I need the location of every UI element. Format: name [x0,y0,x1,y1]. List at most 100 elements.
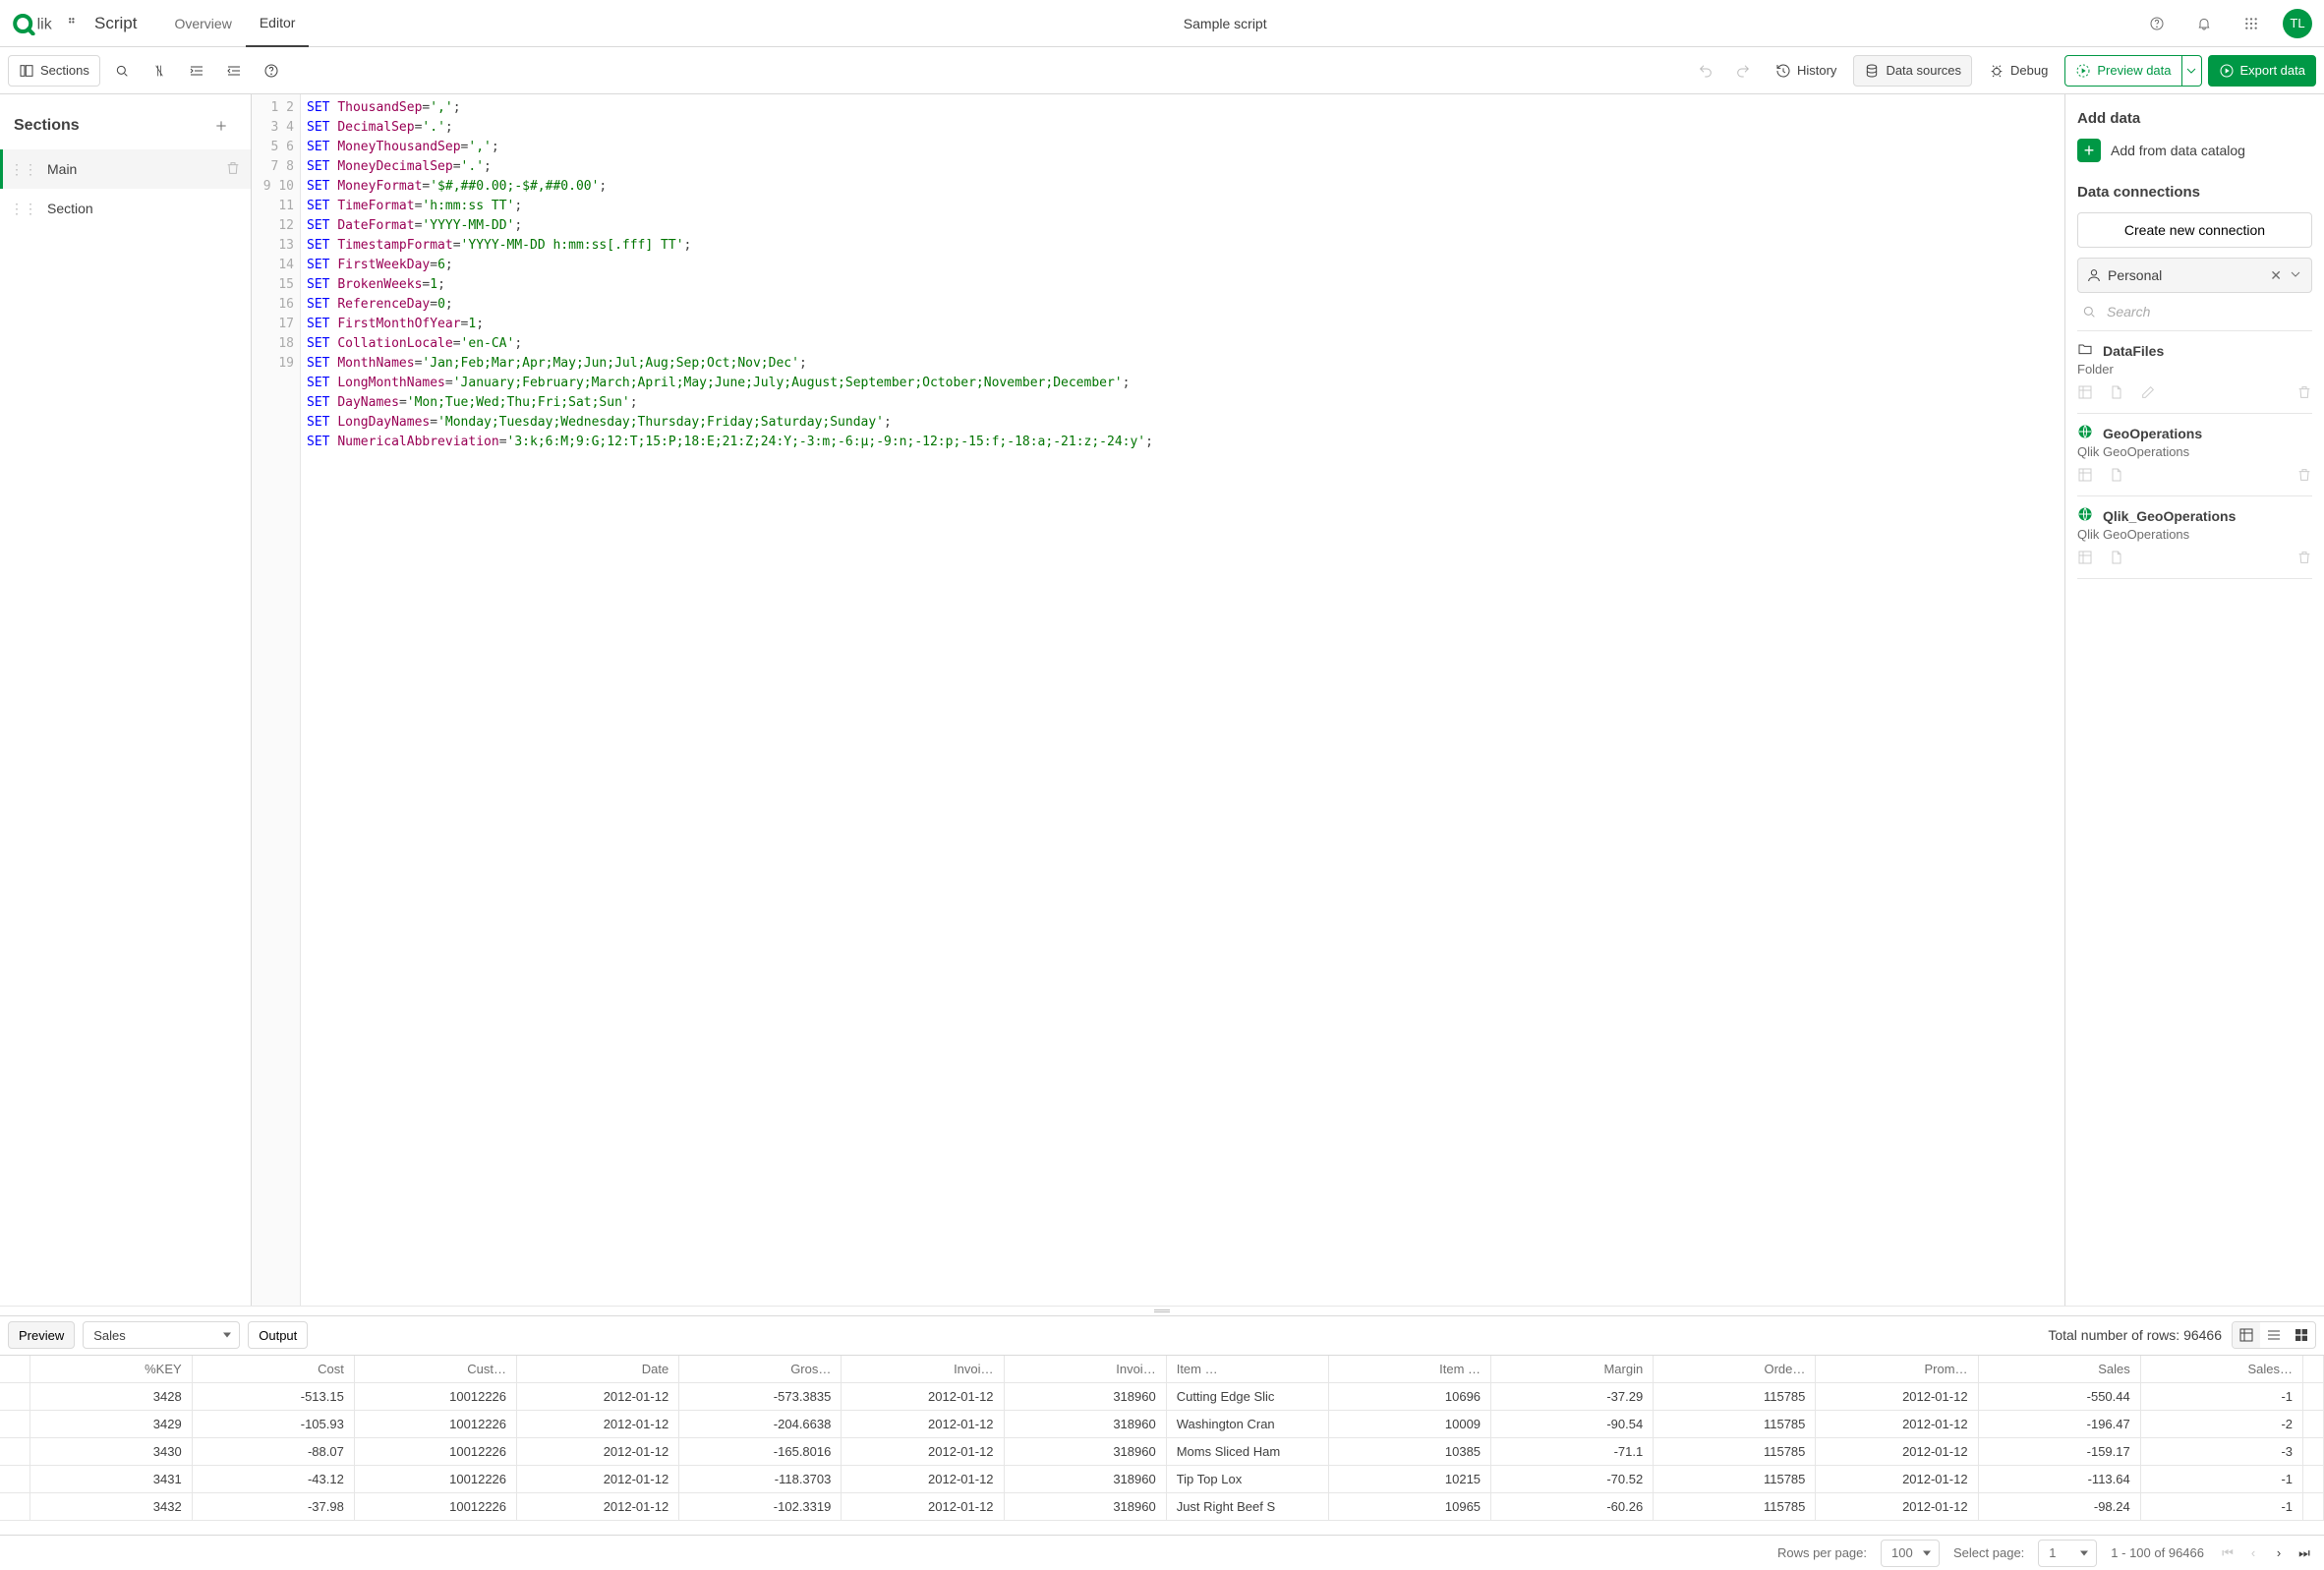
column-header[interactable]: Orde… [1654,1356,1816,1383]
table-cell: -196.47 [1978,1411,2140,1438]
avatar[interactable]: TL [2283,9,2312,38]
column-header[interactable]: Prom… [1816,1356,1978,1383]
column-header[interactable]: Sales [1978,1356,2140,1383]
clear-space-icon[interactable]: ✕ [2270,267,2282,284]
output-tab[interactable]: Output [248,1321,308,1349]
insert-script-icon[interactable] [2109,467,2124,486]
table-cell: 318960 [1004,1383,1166,1411]
horizontal-splitter[interactable] [0,1306,2324,1315]
column-header[interactable]: Item … [1166,1356,1328,1383]
column-header[interactable]: Invoi… [1004,1356,1166,1383]
column-header[interactable]: Cost [192,1356,354,1383]
code-editor[interactable]: 1 2 3 4 5 6 7 8 9 10 11 12 13 14 15 16 1… [252,94,2064,1306]
export-data-button[interactable]: Export data [2208,55,2317,87]
table-cell: 10696 [1328,1383,1490,1411]
column-header[interactable]: Item … [1328,1356,1490,1383]
indent-button[interactable] [181,55,212,87]
table-cell: 10012226 [354,1466,516,1493]
column-header[interactable]: %KEY [29,1356,192,1383]
prev-page-button[interactable]: ‹ [2243,1545,2263,1561]
table-row[interactable]: 3430-88.07100122262012-01-12-165.8016201… [0,1438,2324,1466]
column-header[interactable]: Cust… [354,1356,516,1383]
select-data-icon[interactable] [2077,384,2093,403]
delete-connection-icon[interactable] [2296,467,2312,486]
help-button[interactable] [2141,8,2173,39]
connection-search [2077,293,2312,331]
section-item[interactable]: ⋮⋮Section [0,189,251,228]
rows-per-page-select[interactable]: 100 [1881,1540,1940,1567]
column-header[interactable]: Gros… [679,1356,842,1383]
drag-handle-icon[interactable]: ⋮⋮ [10,161,37,178]
add-from-catalog-button[interactable]: + Add from data catalog [2077,139,2312,162]
sections-toggle-button[interactable]: Sections [8,55,100,87]
insert-script-icon[interactable] [2109,384,2124,403]
table-row[interactable]: 3431-43.12100122262012-01-12-118.3703201… [0,1466,2324,1493]
table-cell: 115785 [1654,1411,1816,1438]
brand-logo[interactable]: lik [12,12,75,35]
connection-item[interactable]: DataFilesFolder [2077,331,2312,414]
view-table-button[interactable] [2233,1322,2260,1348]
delete-connection-icon[interactable] [2296,550,2312,568]
table-cell: 10012226 [354,1411,516,1438]
outdent-button[interactable] [218,55,250,87]
space-selector[interactable]: Personal ✕ [2077,258,2312,293]
edit-connection-icon[interactable] [2140,384,2156,403]
delete-connection-icon[interactable] [2296,384,2312,403]
create-connection-button[interactable]: Create new connection [2077,212,2312,248]
sections-label: Sections [40,63,89,78]
notifications-button[interactable] [2188,8,2220,39]
table-cell: 3430 [29,1438,192,1466]
next-page-button[interactable]: › [2269,1545,2289,1561]
tab-editor[interactable]: Editor [246,0,310,47]
debug-button[interactable]: Debug [1978,55,2059,87]
column-header[interactable]: Sales… [2140,1356,2302,1383]
view-grid-button[interactable] [2288,1322,2315,1348]
table-selector[interactable]: Sales [83,1321,240,1349]
comment-toggle-button[interactable] [144,55,175,87]
preview-data-caret[interactable] [2182,55,2202,87]
undo-button[interactable] [1690,55,1721,87]
history-button[interactable]: History [1765,55,1847,87]
table-row[interactable]: 3428-513.15100122262012-01-12-573.383520… [0,1383,2324,1411]
code-area[interactable]: SET ThousandSep=','; SET DecimalSep='.';… [301,94,2064,1306]
column-header[interactable]: Invoi… [842,1356,1004,1383]
preview-data-button[interactable]: Preview data [2064,55,2181,87]
app-launcher-button[interactable] [2236,8,2267,39]
table-cell: 10012226 [354,1383,516,1411]
search-button[interactable] [106,55,138,87]
connection-search-input[interactable] [2105,303,2308,320]
select-data-icon[interactable] [2077,467,2093,486]
table-row[interactable]: 3432-37.98100122262012-01-12-102.3319201… [0,1493,2324,1521]
tab-overview[interactable]: Overview [160,0,245,47]
help-toolbar-button[interactable] [256,55,287,87]
preview-tab[interactable]: Preview [8,1321,75,1349]
drag-handle-icon[interactable]: ⋮⋮ [10,201,37,217]
add-section-button[interactable] [205,110,237,142]
table-cell: -3 [2140,1438,2302,1466]
last-page-button[interactable]: ⏭ [2295,1545,2314,1561]
insert-script-icon[interactable] [2109,550,2124,568]
section-item[interactable]: ⋮⋮Main [0,149,251,189]
table-cell: Cutting Edge Slic [1166,1383,1328,1411]
table-cell: 10385 [1328,1438,1490,1466]
select-data-icon[interactable] [2077,550,2093,568]
view-list-button[interactable] [2260,1322,2288,1348]
chevron-down-icon[interactable] [2288,266,2303,285]
redo-button[interactable] [1727,55,1759,87]
delete-section-icon[interactable] [225,160,241,179]
data-sources-button[interactable]: Data sources [1853,55,1972,87]
table-cell: 10012226 [354,1438,516,1466]
table-row[interactable]: 3429-105.93100122262012-01-12-204.663820… [0,1411,2324,1438]
horizontal-scrollbar[interactable] [0,1521,2324,1535]
connection-item[interactable]: GeoOperationsQlik GeoOperations [2077,414,2312,496]
connection-list: DataFilesFolderGeoOperationsQlik GeoOper… [2077,331,2312,579]
page-select[interactable]: 1 [2038,1540,2097,1567]
data-table-wrap[interactable]: %KEYCostCust…DateGros…Invoi…Invoi…Item …… [0,1356,2324,1522]
connection-item[interactable]: Qlik_GeoOperationsQlik GeoOperations [2077,496,2312,579]
globe-icon [2077,424,2093,442]
first-page-button[interactable]: ⏮ [2218,1545,2237,1561]
column-header[interactable]: Date [517,1356,679,1383]
data-table: %KEYCostCust…DateGros…Invoi…Invoi…Item …… [0,1356,2324,1522]
app-bar: lik Script Overview Editor Sample script… [0,0,2324,47]
column-header[interactable]: Margin [1491,1356,1654,1383]
